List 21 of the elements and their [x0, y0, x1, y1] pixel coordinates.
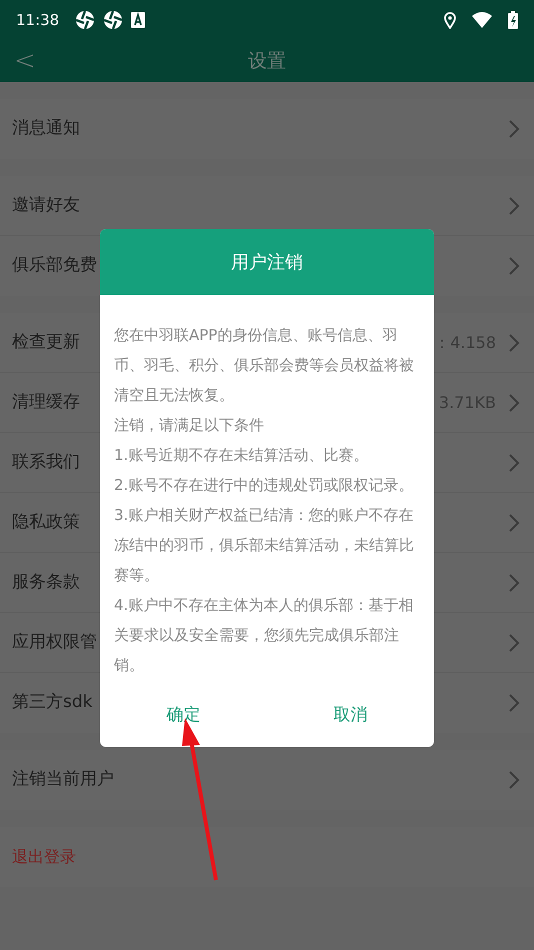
status-time: 11:38	[16, 10, 60, 31]
dialog-paragraph: 注销，请满足以下条件	[114, 415, 265, 436]
row-label: 应用权限管	[12, 630, 97, 654]
row-label: 检查更新	[12, 330, 80, 354]
row-label: 清理缓存	[12, 390, 80, 414]
row-label: 注销当前用户	[12, 768, 114, 792]
dialog-paragraph: 2.账号不存在进行中的违规处罚或限权记录。	[114, 475, 414, 496]
row-label: 服务条款	[12, 570, 80, 594]
dialog-title: 用户注销	[100, 229, 434, 295]
dialog-paragraph: 4.账户中不存在主体为本人的俱乐部：基于相关要求以及安全需要，您须先完成俱乐部注销。	[114, 595, 414, 676]
row-label: 邀请好友	[12, 194, 80, 217]
row-label: 隐私政策	[12, 510, 80, 534]
page-title: 设置	[248, 48, 286, 74]
dialog-paragraph: 3.账户相关财产权益已结清：您的账户不存在冻结中的羽币，俱乐部未结算活动，未结算比赛等。	[114, 505, 415, 586]
row-label: 联系我们	[12, 450, 80, 474]
row-label: 俱乐部免费	[12, 254, 97, 278]
dialog-paragraph: 1.账号近期不存在未结算活动、比赛。	[114, 445, 370, 466]
row-label: 消息通知	[12, 117, 80, 140]
row-label: 第三方sdk	[12, 691, 92, 714]
dialog-paragraph: 您在中羽联APP的身份信息、账号信息、羽币、羽毛、积分、俱乐部会费等会员权益将被清空且无法恢复。	[114, 325, 415, 406]
row-label: 退出登录	[12, 846, 76, 868]
